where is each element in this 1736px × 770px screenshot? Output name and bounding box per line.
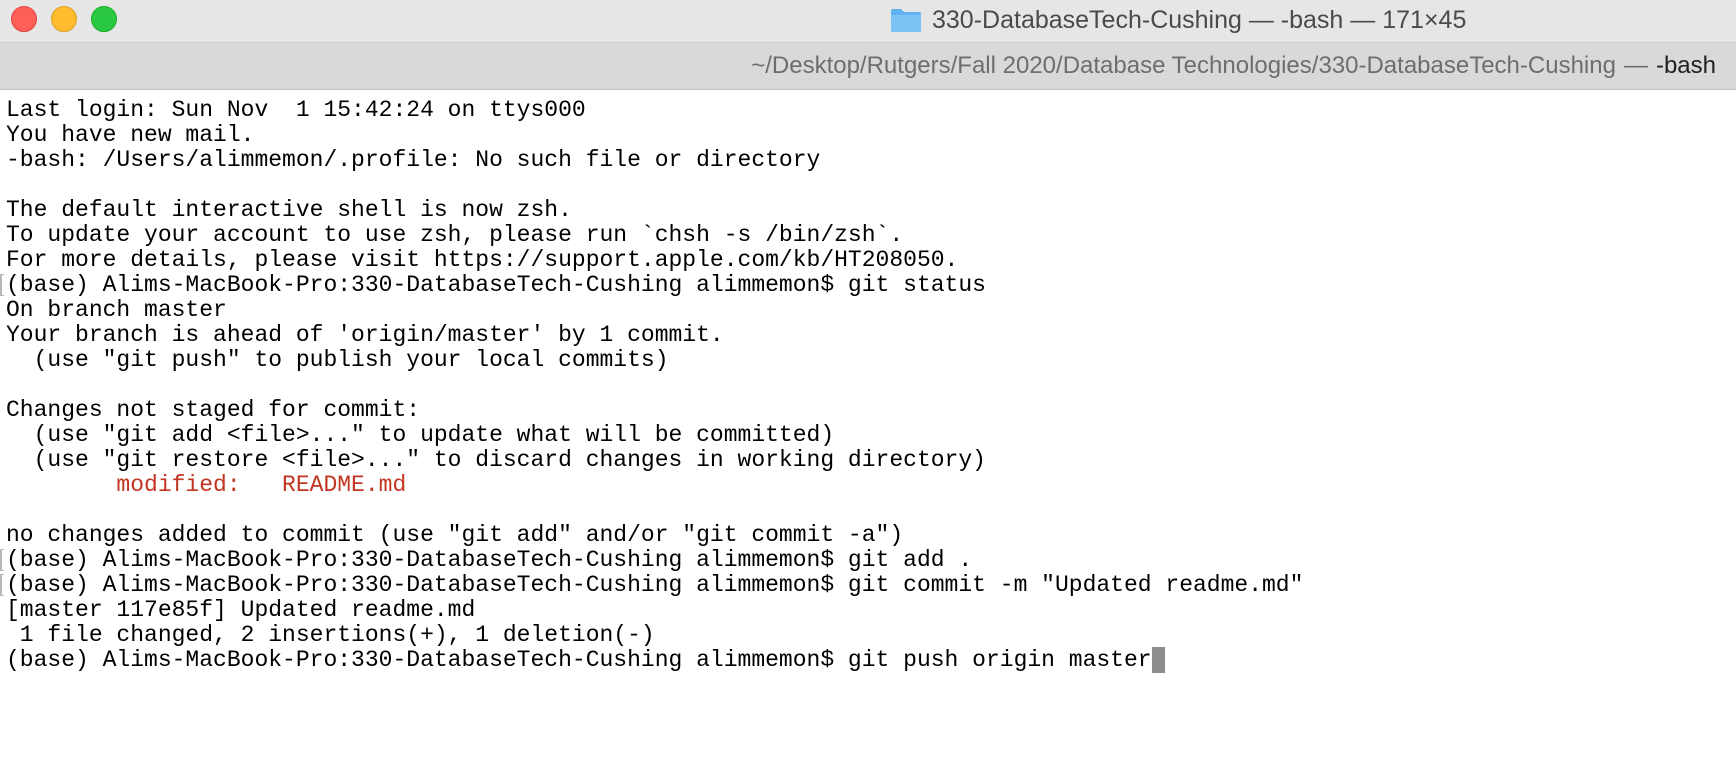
terminal-line: [master 117e85f] Updated readme.md [6, 597, 476, 623]
prompt-mark [0, 574, 4, 596]
terminal-content[interactable]: Last login: Sun Nov 1 15:42:24 on ttys00… [0, 96, 1736, 770]
terminal-line: (use "git add <file>..." to update what … [6, 422, 835, 448]
folder-icon [891, 9, 921, 32]
active-prompt-line[interactable]: (base) Alims-MacBook-Pro:330-DatabaseTec… [6, 646, 1165, 674]
terminal-line: Changes not staged for commit: [6, 397, 421, 423]
terminal-line: Your branch is ahead of 'origin/master' … [6, 322, 724, 348]
terminal-line: The default interactive shell is now zsh… [6, 197, 572, 223]
text-cursor [1151, 647, 1165, 673]
terminal-line: Last login: Sun Nov 1 15:42:24 on ttys00… [6, 97, 586, 123]
prompt-line: (base) Alims-MacBook-Pro:330-DatabaseTec… [6, 272, 986, 298]
tab-title[interactable]: ~/Desktop/Rutgers/Fall 2020/Database Tec… [751, 43, 1716, 89]
zoom-button[interactable] [91, 6, 117, 32]
prompt-mark [0, 274, 4, 296]
modified-file-line: modified: README.md [6, 472, 407, 498]
prompt-mark [0, 549, 4, 571]
terminal-line: no changes added to commit (use "git add… [6, 522, 904, 548]
terminal-line: (use "git restore <file>..." to discard … [6, 447, 986, 473]
terminal-window: 330-DatabaseTech-Cushing — -bash — 171×4… [0, 0, 1736, 770]
terminal-line: You have new mail. [6, 122, 255, 148]
window-title: 330-DatabaseTech-Cushing — -bash — 171×4… [890, 0, 1466, 40]
current-command: (base) Alims-MacBook-Pro:330-DatabaseTec… [6, 647, 1152, 673]
terminal-line: (use "git push" to publish your local co… [6, 347, 669, 373]
terminal-line: To update your account to use zsh, pleas… [6, 222, 904, 248]
prompt-line: (base) Alims-MacBook-Pro:330-DatabaseTec… [6, 572, 1304, 598]
terminal-line: For more details, please visit https://s… [6, 247, 959, 273]
tab-process: -bash [1655, 52, 1716, 79]
title-bar[interactable]: 330-DatabaseTech-Cushing — -bash — 171×4… [0, 0, 1736, 43]
terminal-line: 1 file changed, 2 insertions(+), 1 delet… [6, 622, 655, 648]
tab-separator: — [1623, 52, 1648, 79]
terminal-line: On branch master [6, 297, 227, 323]
minimize-button[interactable] [51, 6, 77, 32]
tab-path: ~/Desktop/Rutgers/Fall 2020/Database Tec… [751, 52, 1616, 79]
prompt-line: (base) Alims-MacBook-Pro:330-DatabaseTec… [6, 547, 973, 573]
close-button[interactable] [11, 6, 37, 32]
window-title-text: 330-DatabaseTech-Cushing — -bash — 171×4… [932, 5, 1467, 34]
terminal-line: -bash: /Users/alimmemon/.profile: No suc… [6, 147, 821, 173]
tab-bar[interactable]: ~/Desktop/Rutgers/Fall 2020/Database Tec… [0, 43, 1736, 90]
